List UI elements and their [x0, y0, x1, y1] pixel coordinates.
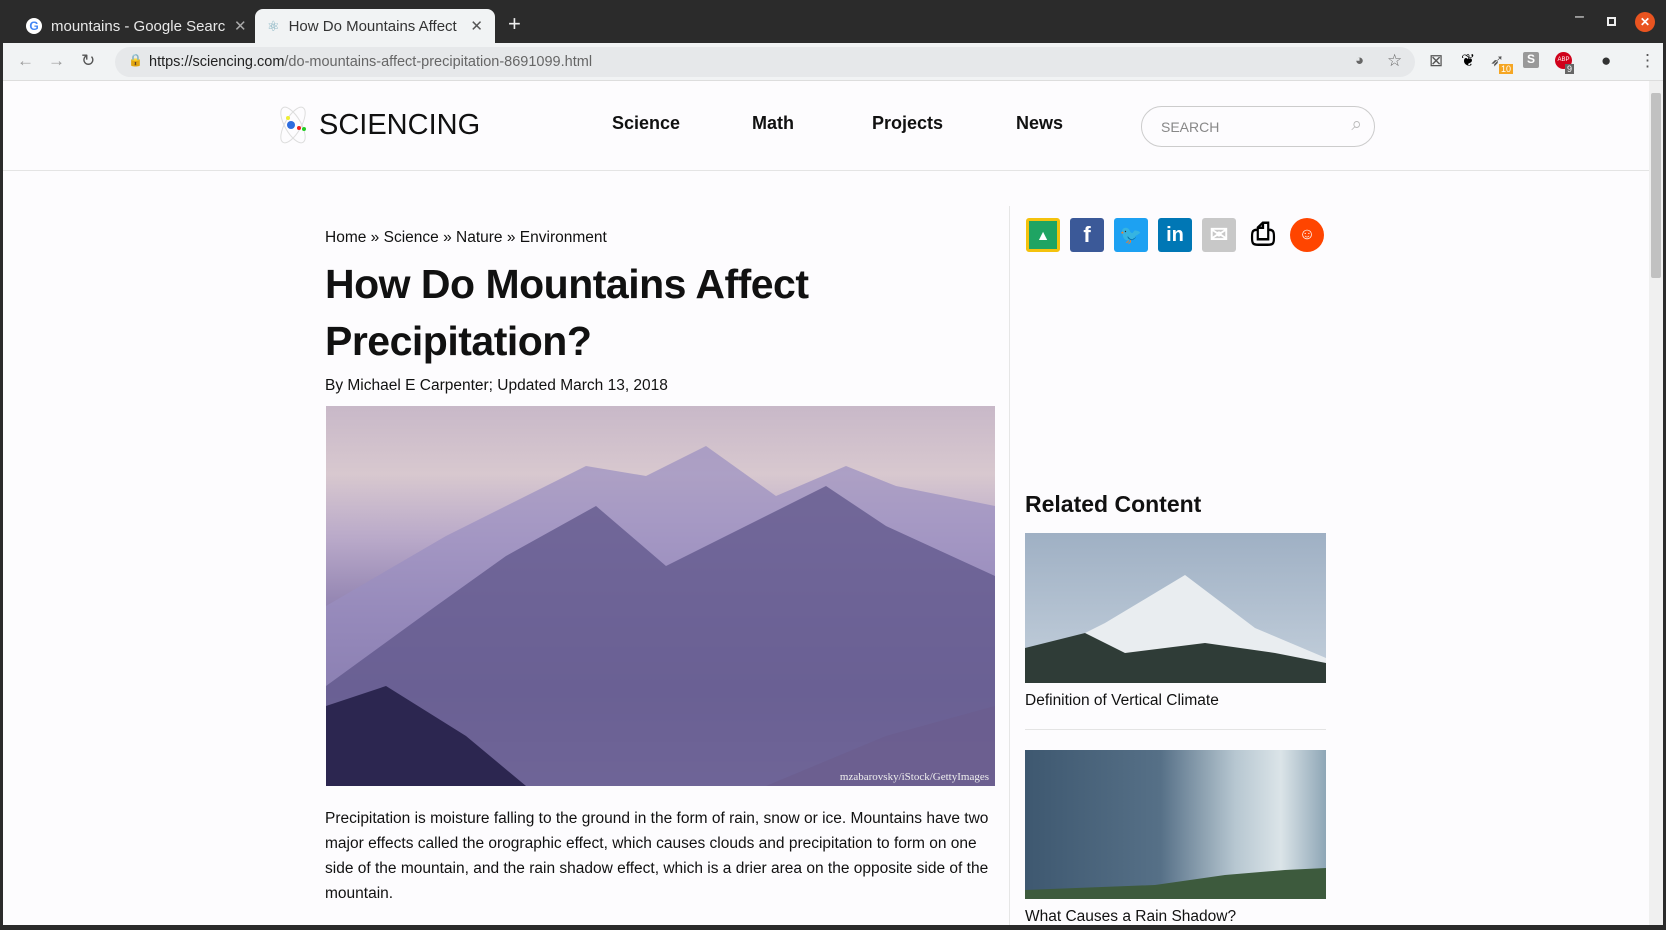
minimize-button[interactable]: – — [1575, 8, 1584, 26]
nav-math[interactable]: Math — [752, 113, 794, 134]
google-classroom-share-icon[interactable]: ▲ — [1026, 218, 1060, 252]
byline: By Michael E Carpenter; Updated March 13… — [325, 377, 668, 394]
nav-science[interactable]: Science — [612, 113, 680, 134]
column-divider — [1009, 206, 1010, 925]
site-header: SCIENCING Science Math Projects News SEA… — [3, 81, 1649, 171]
lock-icon: 🔒 — [128, 53, 143, 67]
related-image-vertical-climate[interactable] — [1025, 533, 1326, 683]
related-image-rain-shadow[interactable] — [1025, 750, 1326, 899]
breadcrumb-nature[interactable]: Nature — [456, 229, 503, 246]
nav-news[interactable]: News — [1016, 113, 1063, 134]
profile-icon[interactable]: ● — [1601, 51, 1611, 71]
breadcrumb-home[interactable]: Home — [325, 229, 366, 246]
linkedin-share-icon[interactable]: in — [1158, 218, 1192, 252]
browser-toolbar: ← → ↻ 🔒 https://sciencing.com/do-mountai… — [3, 43, 1663, 81]
menu-icon[interactable]: ⋮ — [1639, 51, 1656, 71]
forward-icon[interactable]: → — [48, 51, 65, 71]
extension-gnome-icon[interactable]: ❦ — [1461, 51, 1475, 71]
article-paragraph: Precipitation is moisture falling to the… — [325, 810, 989, 902]
new-tab-button[interactable]: + — [508, 11, 521, 37]
image-credit: mzabarovsky/iStock/GettyImages — [839, 771, 989, 783]
search-input[interactable]: SEARCH ⌕ — [1141, 106, 1375, 147]
related-divider — [1025, 729, 1326, 730]
reddit-share-icon[interactable]: ☺ — [1290, 218, 1324, 252]
breadcrumb: Home » Science » Nature » Environment — [325, 229, 607, 246]
tab-bar: G mountains - Google Search ✕ ⚛ How Do M… — [0, 0, 1666, 43]
address-bar[interactable]: 🔒 https://sciencing.com/do-mountains-aff… — [115, 47, 1415, 77]
close-tab-icon[interactable]: ✕ — [234, 17, 247, 35]
cookie-blocked-icon[interactable]: ◕ — [1355, 52, 1364, 69]
article-hero-image: mzabarovsky/iStock/GettyImages — [326, 406, 995, 786]
close-tab-icon[interactable]: ✕ — [470, 17, 483, 35]
breadcrumb-science[interactable]: Science — [384, 229, 439, 246]
site-logo[interactable]: SCIENCING — [271, 103, 480, 147]
atom-icon: ⚛ — [267, 17, 280, 34]
twitter-share-icon[interactable]: 🐦 — [1114, 218, 1148, 252]
breadcrumb-environment[interactable]: Environment — [520, 229, 607, 246]
scrollbar[interactable] — [1649, 81, 1663, 925]
search-icon[interactable]: ⌕ — [1351, 114, 1362, 136]
google-icon: G — [26, 18, 42, 34]
facebook-share-icon[interactable]: f — [1070, 218, 1104, 252]
nav-projects[interactable]: Projects — [872, 113, 943, 134]
print-icon[interactable]: ⎙ — [1246, 218, 1280, 252]
related-item-title[interactable]: Definition of Vertical Climate — [1025, 692, 1219, 710]
related-content-heading: Related Content — [1025, 491, 1202, 517]
tab-sciencing[interactable]: ⚛ How Do Mountains Affect Precipitation?… — [255, 9, 495, 43]
back-icon[interactable]: ← — [17, 51, 34, 71]
reload-icon[interactable]: ↻ — [81, 51, 95, 71]
tab-google-search[interactable]: G mountains - Google Search ✕ — [14, 9, 259, 43]
page-title: How Do Mountains Affect Precipitation? — [325, 261, 809, 364]
atom-logo-icon — [280, 106, 306, 144]
related-item-title[interactable]: What Causes a Rain Shadow? — [1025, 908, 1236, 925]
bookmark-star-icon[interactable]: ☆ — [1387, 51, 1402, 71]
web-page: SCIENCING Science Math Projects News SEA… — [3, 81, 1663, 925]
close-window-button[interactable]: ✕ — [1635, 12, 1655, 32]
scrollbar-thumb[interactable] — [1651, 93, 1661, 278]
maximize-button[interactable] — [1607, 17, 1616, 26]
extension-s-icon[interactable]: S — [1523, 52, 1539, 68]
email-share-icon[interactable]: ✉ — [1202, 218, 1236, 252]
extension-x-icon[interactable]: ⊠ — [1429, 51, 1443, 71]
